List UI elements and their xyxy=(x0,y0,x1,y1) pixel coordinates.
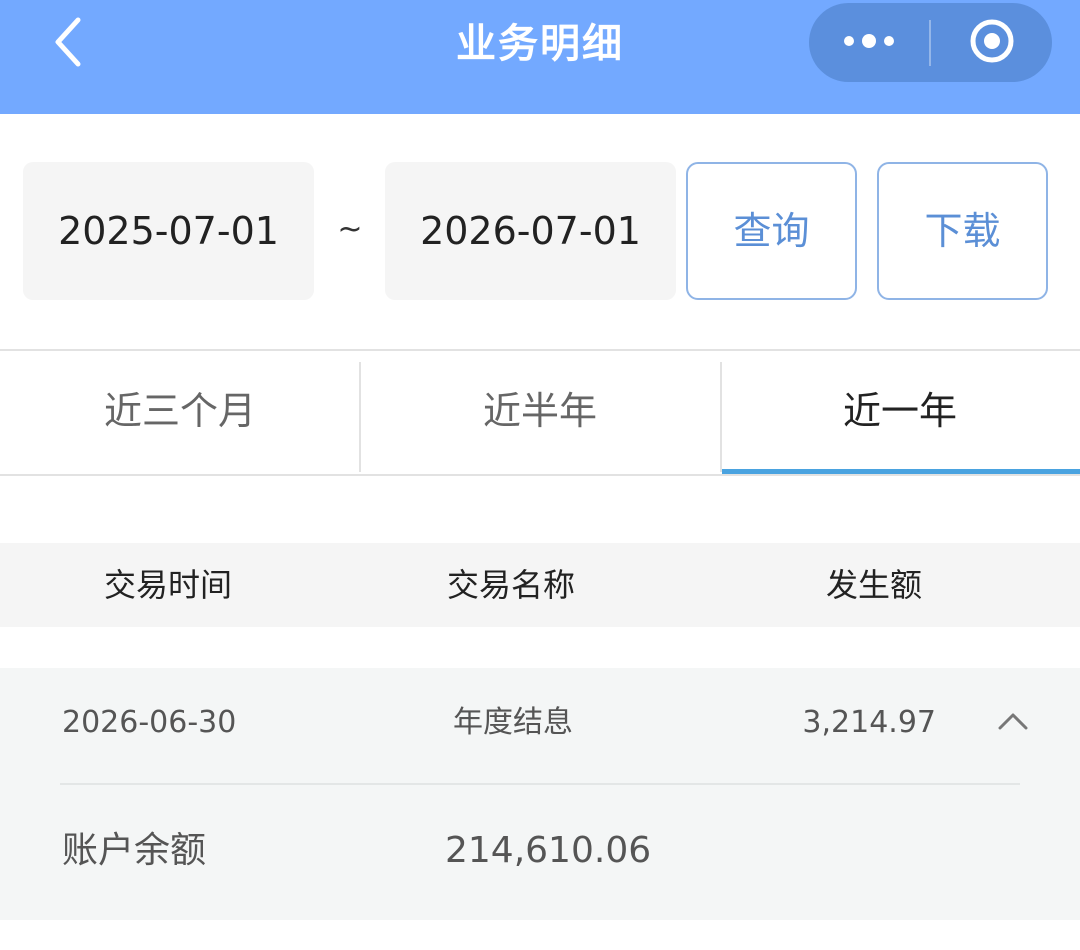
column-header-name: 交易名称 xyxy=(447,566,576,604)
more-dots-icon xyxy=(841,31,897,55)
more-button[interactable] xyxy=(809,3,929,82)
tabs-bottom-divider xyxy=(0,474,1080,476)
mini-program-capsule xyxy=(809,3,1052,82)
table-header: 交易时间 交易名称 发生额 xyxy=(0,543,1080,627)
target-circle-icon xyxy=(968,17,1016,69)
tab-last-three-months[interactable]: 近三个月 xyxy=(0,351,360,474)
close-mini-program-button[interactable] xyxy=(931,3,1052,82)
tab-last-half-year[interactable]: 近半年 xyxy=(360,351,720,474)
balance-value: 214,610.06 xyxy=(445,830,652,871)
column-header-time: 交易时间 xyxy=(104,566,233,604)
start-date-picker[interactable]: 2025-07-01 xyxy=(23,162,314,300)
date-range-separator: ~ xyxy=(337,212,363,247)
record-divider xyxy=(60,783,1020,785)
collapse-record-button[interactable] xyxy=(990,698,1036,748)
chevron-up-icon xyxy=(997,711,1029,735)
query-button[interactable]: 查询 xyxy=(686,162,857,300)
record-amount: 3,214.97 xyxy=(802,705,936,740)
record-name: 年度结息 xyxy=(453,705,573,740)
transaction-record[interactable]: 2026-06-30 年度结息 3,214.97 账户余额 214,610.06 xyxy=(0,668,1080,920)
record-date: 2026-06-30 xyxy=(62,705,237,740)
balance-label: 账户余额 xyxy=(62,830,207,871)
nav-header: 业务明细 xyxy=(0,0,1080,114)
end-date-picker[interactable]: 2026-07-01 xyxy=(385,162,676,300)
download-button[interactable]: 下载 xyxy=(877,162,1048,300)
tab-last-year[interactable]: 近一年 xyxy=(720,351,1080,474)
column-header-amount: 发生额 xyxy=(826,566,923,604)
